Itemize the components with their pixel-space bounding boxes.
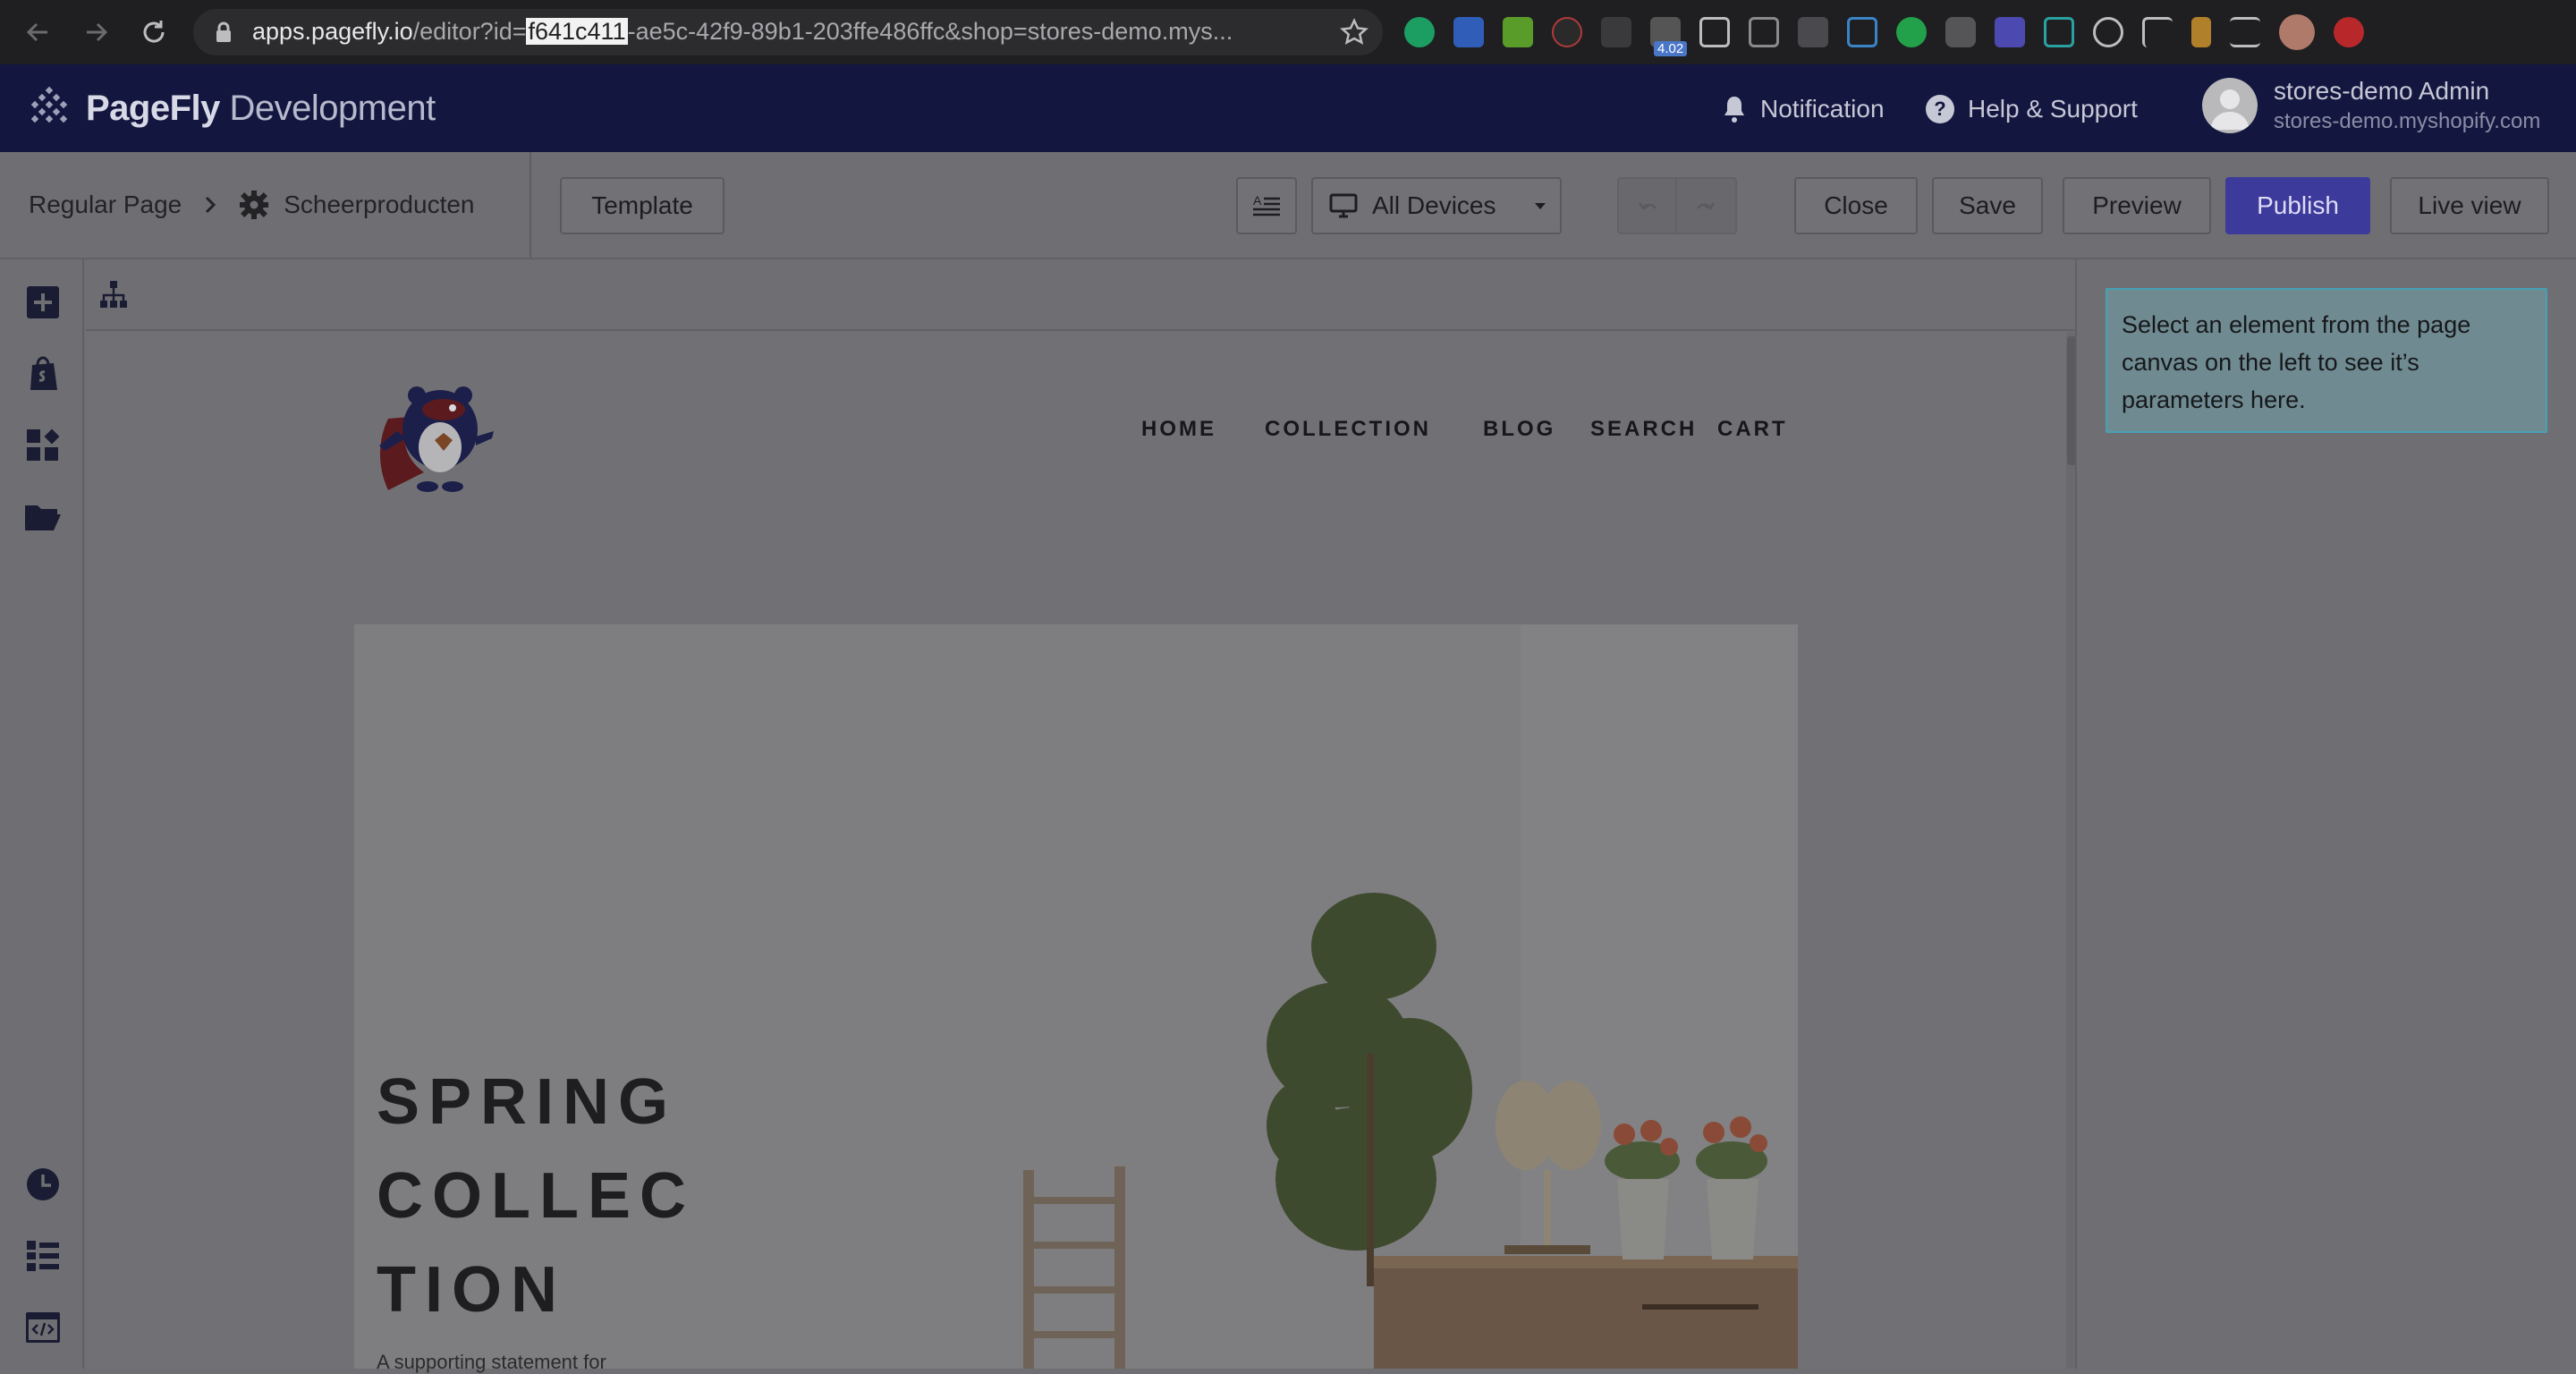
history-icon[interactable] xyxy=(23,1165,63,1204)
screenshot-icon[interactable] xyxy=(1699,17,1730,47)
hero-title-line: SPRING xyxy=(377,1066,678,1138)
add-element-icon[interactable] xyxy=(23,283,63,322)
widgets-icon[interactable] xyxy=(23,426,63,465)
redo-button[interactable] xyxy=(1677,179,1734,233)
back-icon[interactable] xyxy=(18,13,57,52)
page-name[interactable]: Scheerproducten xyxy=(284,191,474,219)
hero-title[interactable]: SPRING COLLEC TION xyxy=(377,1056,695,1337)
live-view-button[interactable]: Live view xyxy=(2390,177,2549,234)
code-editor-icon[interactable] xyxy=(23,1308,63,1347)
pagefly-logo-icon xyxy=(30,86,68,123)
magnifier-ext-icon[interactable] xyxy=(2093,17,2123,47)
save-button[interactable]: Save xyxy=(1932,177,2043,234)
notification-label: Notification xyxy=(1760,95,1885,123)
svg-text:A: A xyxy=(1253,193,1262,208)
grammarly-icon[interactable] xyxy=(1404,17,1435,47)
url-highlight: f641c411 xyxy=(526,18,628,45)
preview-label: Preview xyxy=(2092,191,2182,219)
breadcrumb-root[interactable]: Regular Page xyxy=(29,191,182,219)
brand-title: PageFly xyxy=(86,88,220,128)
hero-title-line: COLLEC xyxy=(377,1160,695,1232)
redo-icon xyxy=(1696,202,1716,210)
sitemap-icon[interactable] xyxy=(98,279,129,310)
help-label: Help & Support xyxy=(1968,95,2138,123)
publish-button[interactable]: Publish xyxy=(2225,177,2370,234)
brand-suffix: Development xyxy=(229,88,436,128)
calendar-ext-icon[interactable] xyxy=(1847,17,1877,47)
template-button[interactable]: Template xyxy=(560,177,724,234)
device-select[interactable]: All Devices xyxy=(1311,177,1562,234)
toolbar-divider xyxy=(530,152,531,258)
leaf-ext-icon[interactable] xyxy=(1896,17,1927,47)
brand[interactable]: PageFly Development xyxy=(27,86,436,131)
caret-down-icon xyxy=(1535,203,1546,209)
close-button[interactable]: Close xyxy=(1794,177,1918,234)
extension-badge: 4.02 xyxy=(1654,41,1688,56)
brand-name: PageFly Development xyxy=(86,89,436,129)
shopify-icon[interactable] xyxy=(23,354,63,394)
extension-icons: 4.02 xyxy=(1404,13,2364,56)
undo-redo-group xyxy=(1617,177,1737,234)
breadcrumb: Regular Page Scheerproducten xyxy=(29,190,475,220)
inspector-empty-message: Select an element from the page canvas o… xyxy=(2106,288,2547,433)
undo-icon xyxy=(1638,202,1657,210)
url-rest: -ae5c-42f9-89b1-203ffe486ffc&shop=stores… xyxy=(627,18,1233,45)
f-ext-icon[interactable] xyxy=(2142,17,2173,47)
help-support-link[interactable]: ? Help & Support xyxy=(1925,89,2138,129)
user-name: stores-demo Admin xyxy=(2274,77,2490,105)
nav-item-cart[interactable]: CART xyxy=(1717,417,1788,442)
dots-ext-icon[interactable] xyxy=(1601,17,1631,47)
code-ext-icon[interactable] xyxy=(1798,17,1828,47)
outline-list-icon[interactable] xyxy=(23,1236,63,1276)
profile-avatar[interactable] xyxy=(2279,14,2315,50)
camera-icon[interactable] xyxy=(1945,17,1976,47)
user-shop: stores-demo.myshopify.com xyxy=(2274,109,2541,133)
text-align-button[interactable]: A xyxy=(1236,177,1297,234)
diamond-ext-icon[interactable] xyxy=(1995,17,2025,47)
timer-ext-icon[interactable]: 4.02 xyxy=(1650,17,1688,56)
nav-item-collection[interactable]: COLLECTION xyxy=(1265,417,1431,442)
update-icon[interactable] xyxy=(2334,17,2364,47)
nav-item-home[interactable]: HOME xyxy=(1141,417,1216,442)
k-ext-icon[interactable] xyxy=(1552,17,1582,47)
image-icon[interactable] xyxy=(1749,17,1779,47)
url-text: apps.pagefly.io/editor?id=f641c411-ae5c-… xyxy=(252,18,1233,46)
url-host: apps.pagefly.io xyxy=(252,18,413,45)
translate-icon[interactable] xyxy=(1453,17,1484,47)
folder-icon[interactable] xyxy=(23,497,63,537)
bell-icon xyxy=(1724,97,1744,123)
publish-label: Publish xyxy=(2257,191,2339,219)
nav-item-search[interactable]: SEARCH xyxy=(1590,417,1697,442)
svg-text:?: ? xyxy=(1934,98,1945,120)
desktop-icon xyxy=(1329,193,1358,218)
chevron-right-icon xyxy=(206,196,216,214)
n-ext-icon[interactable] xyxy=(2044,17,2074,47)
green-ext-icon[interactable] xyxy=(1503,17,1533,47)
hero-subtitle[interactable]: A supporting statement for xyxy=(377,1351,606,1374)
preview-button[interactable]: Preview xyxy=(2063,177,2211,234)
reading-list-icon[interactable] xyxy=(2230,17,2260,47)
lock-icon xyxy=(215,21,233,43)
hero-title-line: TION xyxy=(377,1254,566,1326)
live-view-label: Live view xyxy=(2418,191,2521,219)
user-menu[interactable]: stores-demo Admin stores-demo.myshopify.… xyxy=(2202,77,2540,134)
template-label: Template xyxy=(591,191,693,219)
undo-button[interactable] xyxy=(1620,179,1677,233)
gear-icon[interactable] xyxy=(239,190,269,220)
notification-link[interactable]: Notification xyxy=(1721,89,1885,129)
bookmark-star-icon[interactable] xyxy=(1340,18,1368,47)
save-label: Save xyxy=(1959,191,2016,219)
close-label: Close xyxy=(1824,191,1888,219)
help-icon: ? xyxy=(1926,95,1954,123)
store-logo[interactable] xyxy=(361,365,496,499)
canvas-topbar xyxy=(86,259,2075,331)
avatar xyxy=(2202,78,2258,133)
reload-icon[interactable] xyxy=(134,13,174,52)
text-layout-icon: A xyxy=(1253,193,1280,216)
device-select-value: All Devices xyxy=(1372,191,1496,219)
forward-icon[interactable] xyxy=(77,13,116,52)
hammer-ext-icon[interactable] xyxy=(2191,17,2211,47)
nav-item-blog[interactable]: BLOG xyxy=(1483,417,1555,442)
url-path: /editor?id= xyxy=(412,18,527,45)
